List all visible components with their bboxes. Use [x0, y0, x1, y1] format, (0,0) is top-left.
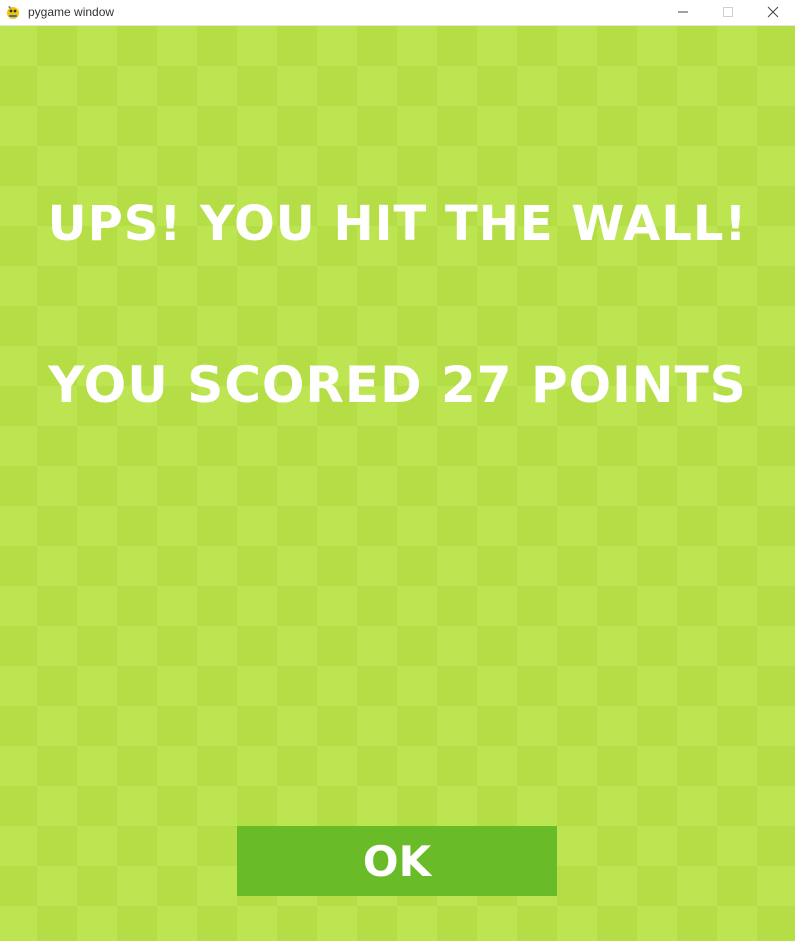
game-window: pygame window UPS! YOU HIT THE WALL! YOU… [0, 0, 795, 941]
title-bar[interactable]: pygame window [0, 0, 795, 26]
game-over-message: UPS! YOU HIT THE WALL! [47, 196, 748, 252]
close-icon [767, 3, 779, 22]
maximize-button[interactable] [705, 0, 751, 25]
checkerboard-background [0, 26, 795, 941]
game-board: UPS! YOU HIT THE WALL! YOU SCORED 27 POI… [0, 26, 795, 941]
ok-button[interactable]: OK [237, 826, 557, 896]
window-title: pygame window [28, 5, 115, 19]
maximize-icon [722, 3, 734, 22]
score-message: YOU SCORED 27 POINTS [48, 356, 747, 414]
pygame-snake-icon [5, 4, 21, 20]
close-button[interactable] [750, 0, 795, 25]
minimize-button[interactable] [660, 0, 706, 25]
minimize-icon [677, 3, 689, 22]
